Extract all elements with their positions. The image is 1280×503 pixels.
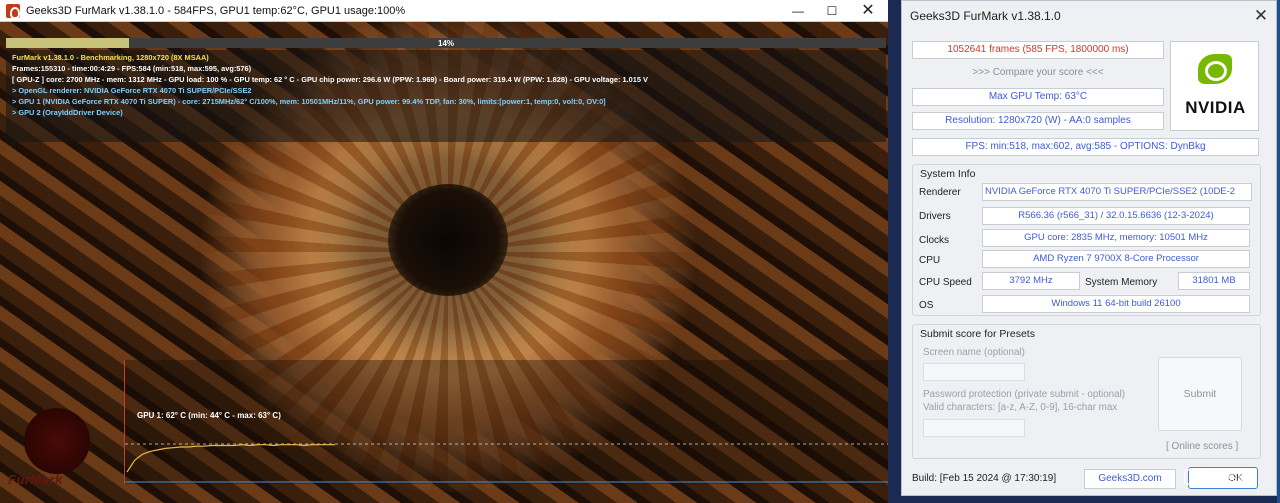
benchmark-titlebar: Geeks3D FurMark v1.38.1.0 - 584FPS, GPU1… bbox=[0, 0, 888, 22]
overlay-line-frames: Frames:155310 - time:00:4:29 - FPS:584 (… bbox=[12, 64, 252, 73]
watermark: 小黑盒 bbox=[1184, 466, 1250, 486]
stats-overlay: FurMark v1.38.1.0 - Benchmarking, 1280x7… bbox=[6, 50, 886, 142]
temperature-graph: GPU 1: 62° C (min: 44° C - max: 63° C) bbox=[124, 360, 888, 484]
overlay-line-gpu2: > GPU 2 (OrayIddDriver Device) bbox=[12, 108, 123, 117]
overlay-line-gpuz: [ GPU-Z ] core: 2700 MHz - mem: 1312 MHz… bbox=[12, 75, 648, 84]
drivers-label: Drivers bbox=[919, 211, 951, 222]
screen-name-label: Screen name (optional) bbox=[923, 347, 1025, 358]
system-memory-label: System Memory bbox=[1085, 277, 1158, 288]
minimize-button[interactable]: — bbox=[780, 0, 816, 22]
clocks-label: Clocks bbox=[919, 235, 950, 246]
build-info: Build: [Feb 15 2024 @ 17:30:19] bbox=[912, 473, 1057, 484]
nvidia-logo: NVIDIA bbox=[1170, 41, 1259, 131]
close-icon[interactable]: ✕ bbox=[850, 0, 886, 22]
max-temp-field: Max GPU Temp: 63°C bbox=[912, 88, 1164, 106]
nvidia-logo-text: NVIDIA bbox=[1185, 98, 1246, 117]
resolution-field: Resolution: 1280x720 (W) - AA:0 samples bbox=[912, 112, 1164, 130]
score-field: 1052641 frames (585 FPS, 1800000 ms) bbox=[912, 41, 1164, 59]
furmark-logo: FurMark bbox=[2, 402, 120, 502]
nvidia-eye-icon bbox=[1198, 54, 1232, 84]
os-field: Windows 11 64-bit build 26100 bbox=[982, 295, 1250, 313]
overlay-line-gpu1: > GPU 1 (NVIDIA GeForce RTX 4070 Ti SUPE… bbox=[12, 97, 606, 106]
screen-name-input[interactable] bbox=[923, 363, 1025, 381]
clocks-field: GPU core: 2835 MHz, memory: 10501 MHz bbox=[982, 229, 1250, 247]
system-info-title: System Info bbox=[920, 168, 976, 180]
maximize-button[interactable]: ☐ bbox=[814, 0, 850, 22]
fur-eye-pupil bbox=[388, 184, 508, 296]
furmark-paw-icon bbox=[24, 408, 90, 474]
fps-field: FPS: min:518, max:602, avg:585 - OPTIONS… bbox=[912, 138, 1259, 156]
watermark-text: 小黑盒 bbox=[1208, 468, 1250, 484]
password-input[interactable] bbox=[923, 419, 1025, 437]
results-window-title: Geeks3D FurMark v1.38.1.0 bbox=[910, 9, 1061, 23]
online-scores-link[interactable]: [ Online scores ] bbox=[1166, 441, 1238, 452]
render-viewport: 14% FurMark v1.38.1.0 - Benchmarking, 12… bbox=[0, 22, 888, 503]
furmark-logo-text: FurMark bbox=[8, 472, 63, 487]
close-icon[interactable]: ✕ bbox=[1250, 5, 1272, 27]
system-info-group: System Info Renderer NVIDIA GeForce RTX … bbox=[912, 164, 1261, 316]
os-label: OS bbox=[919, 300, 934, 311]
cpu-speed-field: 3792 MHz bbox=[982, 272, 1080, 290]
cpu-speed-label: CPU Speed bbox=[919, 277, 972, 288]
results-window: Geeks3D FurMark v1.38.1.0 ✕ 1052641 fram… bbox=[901, 0, 1277, 496]
benchmark-progress-label: 14% bbox=[438, 39, 455, 48]
overlay-line-benchmark: FurMark v1.38.1.0 - Benchmarking, 1280x7… bbox=[12, 53, 209, 62]
furmark-app-icon bbox=[6, 4, 20, 19]
overlay-line-renderer: > OpenGL renderer: NVIDIA GeForce RTX 40… bbox=[12, 86, 252, 95]
renderer-label: Renderer bbox=[919, 187, 961, 198]
benchmark-window-title: Geeks3D FurMark v1.38.1.0 - 584FPS, GPU1… bbox=[26, 5, 406, 17]
geeks3d-link[interactable]: Geeks3D.com bbox=[1084, 469, 1176, 489]
benchmark-window: Geeks3D FurMark v1.38.1.0 - 584FPS, GPU1… bbox=[0, 0, 888, 503]
system-memory-field: 31801 MB bbox=[1178, 272, 1250, 290]
temperature-graph-plot bbox=[125, 443, 888, 483]
temperature-curve bbox=[126, 444, 335, 473]
cpu-label: CPU bbox=[919, 255, 941, 266]
submit-score-title: Submit score for Presets bbox=[920, 328, 1035, 340]
watermark-icon bbox=[1184, 469, 1204, 486]
benchmark-progress-fill bbox=[6, 38, 130, 48]
cpu-field: AMD Ryzen 7 9700X 8-Core Processor bbox=[982, 250, 1250, 268]
submit-button[interactable]: Submit bbox=[1158, 357, 1242, 431]
drivers-field: R566.36 (r566_31) / 32.0.15.6636 (12-3-2… bbox=[982, 207, 1250, 225]
valid-characters-note: Valid characters: [a-z, A-Z, 0-9], 16-ch… bbox=[923, 402, 1118, 413]
renderer-field: NVIDIA GeForce RTX 4070 Ti SUPER/PCIe/SS… bbox=[982, 183, 1252, 201]
password-label: Password protection (private submit - op… bbox=[923, 389, 1126, 400]
compare-score-link[interactable]: >>> Compare your score <<< bbox=[912, 67, 1164, 83]
